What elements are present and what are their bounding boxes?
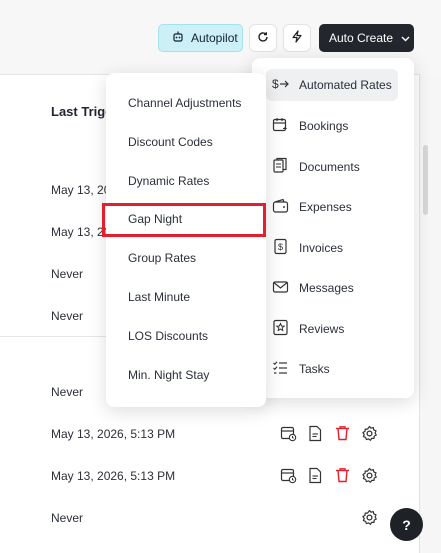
row-actions <box>360 508 378 526</box>
settings-gear-icon[interactable] <box>360 466 378 484</box>
document-icon[interactable] <box>306 466 324 484</box>
auto-create-label: Auto Create <box>329 31 394 45</box>
menu-item-label: Tasks <box>299 362 330 376</box>
row-actions <box>279 466 378 484</box>
submenu-item-last-minute[interactable]: Last Minute <box>128 290 190 304</box>
menu-item-label: Messages <box>299 281 354 295</box>
menu-item-label: Documents <box>299 160 360 174</box>
dollar-arrow-icon: $ <box>272 77 289 94</box>
menu-item-bookings[interactable]: Bookings <box>266 110 398 142</box>
last-triggered-cell: Never <box>51 267 84 281</box>
document-icon[interactable] <box>306 424 324 442</box>
settings-gear-icon[interactable] <box>360 508 378 526</box>
submenu-item-discount-codes[interactable]: Discount Codes <box>128 135 213 149</box>
menu-item-label: Invoices <box>299 241 344 255</box>
last-triggered-cell: May 13, 2026, 5:13 PM <box>51 469 176 483</box>
schedule-calendar-icon[interactable] <box>279 466 297 484</box>
settings-gear-icon[interactable] <box>360 424 378 442</box>
last-triggered-cell: Never <box>51 385 84 399</box>
menu-item-automated-rates[interactable]: $ Automated Rates <box>266 69 398 101</box>
column-header-last-triggered: Last Trigg <box>51 104 114 119</box>
refresh-icon <box>257 31 269 46</box>
delete-icon[interactable] <box>333 424 351 442</box>
schedule-calendar-icon[interactable] <box>279 424 297 442</box>
menu-item-label: Automated Rates <box>299 78 392 92</box>
menu-item-label: Expenses <box>299 200 352 214</box>
help-button[interactable]: ? <box>390 508 423 541</box>
delete-icon[interactable] <box>333 466 351 484</box>
chevron-down-icon <box>401 31 410 45</box>
documents-icon <box>272 157 289 177</box>
gap-night-highlight <box>102 203 266 237</box>
wallet-icon <box>272 198 289 217</box>
submenu-item-min-night-stay[interactable]: Min. Night Stay <box>128 368 209 382</box>
autopilot-icon <box>171 30 185 47</box>
last-triggered-cell: May 13, 20 <box>51 183 111 197</box>
autopilot-button[interactable]: Autopilot <box>158 24 243 52</box>
refresh-button[interactable] <box>249 24 277 52</box>
menu-item-reviews[interactable]: Reviews <box>266 313 398 345</box>
bolt-icon <box>291 30 303 46</box>
submenu-item-los-discounts[interactable]: LOS Discounts <box>128 329 208 343</box>
svg-text:$: $ <box>278 242 283 252</box>
auto-create-button[interactable]: Auto Create <box>319 24 414 52</box>
menu-item-tasks[interactable]: Tasks <box>266 353 398 385</box>
last-triggered-cell: May 13, 2026, 5:13 PM <box>51 427 176 441</box>
scrollbar-thumb[interactable] <box>423 145 428 215</box>
menu-item-messages[interactable]: Messages <box>266 272 398 304</box>
last-triggered-cell: Never <box>51 309 84 323</box>
menu-item-label: Reviews <box>299 322 345 336</box>
svg-text:$: $ <box>272 77 279 91</box>
menu-item-label: Bookings <box>299 119 349 133</box>
tasks-icon <box>272 360 289 378</box>
automated-rates-submenu: Channel Adjustments Discount Codes Dynam… <box>106 73 266 407</box>
menu-item-documents[interactable]: Documents <box>266 151 398 183</box>
submenu-item-dynamic-rates[interactable]: Dynamic Rates <box>128 174 209 188</box>
menu-item-invoices[interactable]: $ Invoices <box>266 232 398 264</box>
submenu-item-group-rates[interactable]: Group Rates <box>128 251 196 265</box>
autopilot-label: Autopilot <box>191 31 238 45</box>
invoice-icon: $ <box>272 238 289 258</box>
last-triggered-cell: Never <box>51 511 84 525</box>
row-actions <box>279 424 378 442</box>
mail-icon <box>272 280 289 297</box>
menu-item-expenses[interactable]: Expenses <box>266 191 398 223</box>
calendar-icon <box>272 117 289 136</box>
star-icon <box>272 319 289 339</box>
submenu-item-channel-adjustments[interactable]: Channel Adjustments <box>128 96 241 110</box>
automation-bolt-button[interactable] <box>283 24 311 52</box>
auto-create-category-menu: $ Automated Rates Bookings Documents Exp… <box>252 58 414 398</box>
